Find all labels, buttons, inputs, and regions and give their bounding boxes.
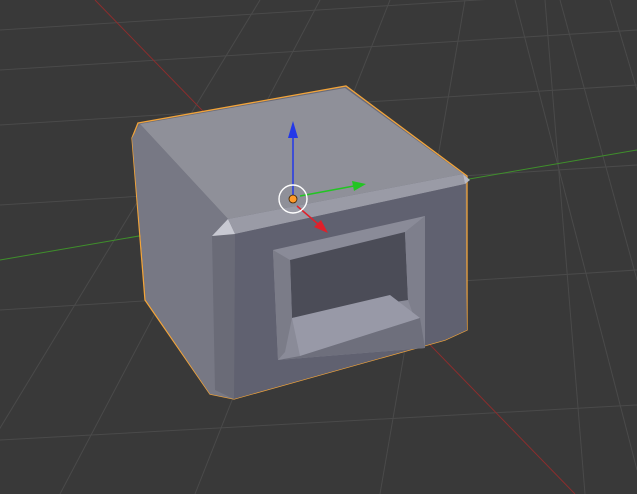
viewport-canvas[interactable] [0, 0, 637, 494]
left-side-shade [212, 234, 235, 399]
selected-object[interactable] [131, 85, 470, 400]
pivot-point-icon [288, 194, 298, 204]
3d-viewport[interactable] [0, 0, 637, 494]
